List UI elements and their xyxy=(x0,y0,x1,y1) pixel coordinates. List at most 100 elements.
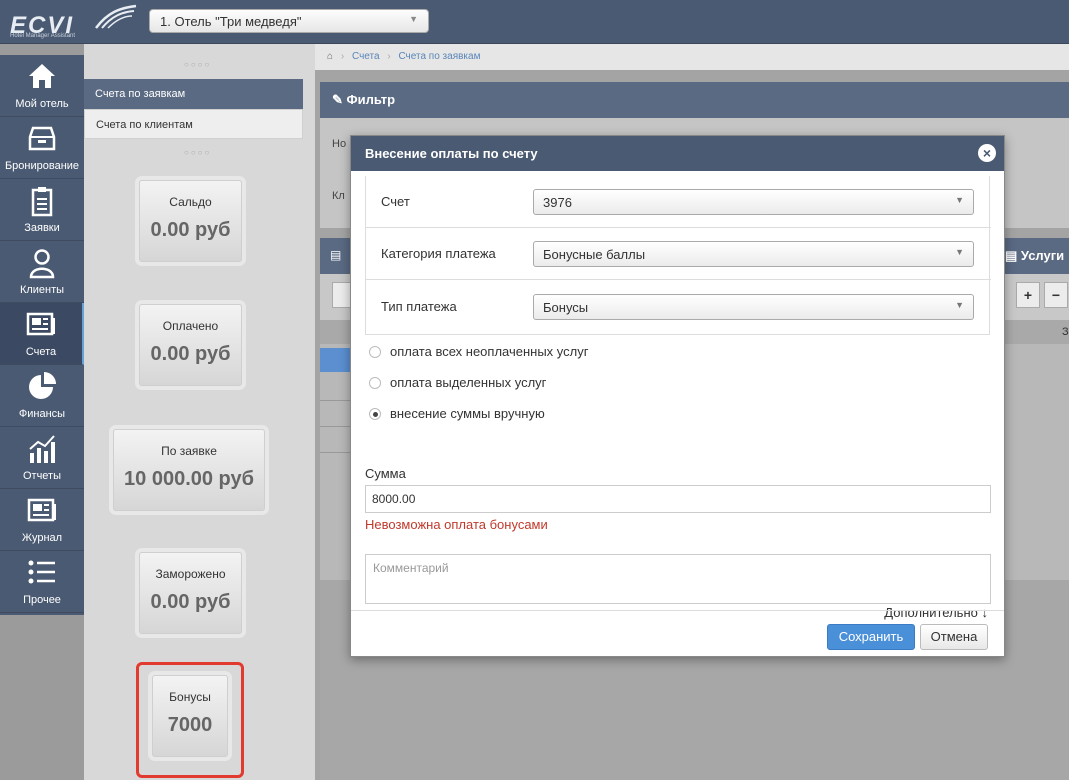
nav-item-reports[interactable]: Отчеты xyxy=(0,427,84,489)
payment-category-select[interactable]: Бонусные баллы ▼ xyxy=(533,241,974,267)
sum-input[interactable]: 8000.00 xyxy=(365,485,991,513)
nav-item-label: Прочее xyxy=(23,594,61,606)
nav-item-requests[interactable]: Заявки xyxy=(0,179,84,241)
breadcrumb-invoices-by-requests[interactable]: Счета по заявкам xyxy=(398,51,480,62)
grid-row-divider xyxy=(320,426,350,427)
breadcrumb-separator: › xyxy=(340,51,345,62)
logo-swoosh-icon xyxy=(95,4,137,29)
stat-title: Заморожено xyxy=(155,567,226,581)
chevron-down-icon: ▼ xyxy=(955,195,964,205)
radio-button[interactable] xyxy=(369,377,381,389)
payment-modal: Внесение оплаты по счету × Счет 3976 ▼ К… xyxy=(350,135,1005,657)
filter-label-number: Но xyxy=(332,138,347,150)
stat-title: Оплачено xyxy=(162,319,219,333)
nav-item-finance[interactable]: Финансы xyxy=(0,365,84,427)
field-label: Категория платежа xyxy=(381,246,496,261)
select-value: Бонусные баллы xyxy=(543,247,646,262)
breadcrumb-separator: › xyxy=(387,51,391,62)
breadcrumb-invoices[interactable]: Счета xyxy=(352,51,380,62)
modal-body: Счет 3976 ▼ Категория платежа Бонусные б… xyxy=(351,171,1004,620)
pie-chart-icon xyxy=(0,371,84,403)
stat-card-frozen: Заморожено 0.00 руб xyxy=(139,552,242,634)
radio-button[interactable] xyxy=(369,346,381,358)
list-icon xyxy=(0,557,84,589)
field-row-payment-type: Тип платежа Бонусы ▼ xyxy=(366,281,991,333)
radio-pay-selected[interactable]: оплата выделенных услуг xyxy=(369,375,546,390)
nav-item-label: Клиенты xyxy=(19,284,65,296)
payment-type-select[interactable]: Бонусы ▼ xyxy=(533,294,974,320)
radio-manual-amount[interactable]: внесение суммы вручную xyxy=(369,406,545,421)
comment-placeholder: Комментарий xyxy=(373,561,449,575)
modal-footer: Сохранить Отмена xyxy=(351,610,1004,656)
add-icon[interactable]: + xyxy=(1016,282,1040,308)
remove-icon[interactable]: − xyxy=(1044,282,1068,308)
hotel-select[interactable]: 1. Отель "Три медведя" ▼ xyxy=(149,9,429,33)
select-value: Бонусы xyxy=(543,300,589,315)
radio-button-checked[interactable] xyxy=(369,408,381,420)
divider-dots: ○○○○ xyxy=(184,148,212,157)
modal-title: Внесение оплаты по счету xyxy=(365,146,538,161)
grid-column-header: З xyxy=(1062,326,1069,338)
top-bar: ECVI Hotel Manager Assistant 1. Отель "Т… xyxy=(0,0,1069,44)
app-logo[interactable]: ECVI Hotel Manager Assistant xyxy=(8,4,138,42)
nav-item-label: Счета xyxy=(25,346,57,358)
radio-label: внесение суммы вручную xyxy=(390,406,545,421)
field-row-payment-category: Категория платежа Бонусные баллы ▼ xyxy=(366,228,991,280)
table-icon: ▤ xyxy=(1005,248,1018,263)
hotel-select-value: 1. Отель "Три медведя" xyxy=(160,14,302,29)
services-title-group: ▤ Услуги xyxy=(1005,248,1064,264)
nav-item-clients[interactable]: Клиенты xyxy=(0,241,84,303)
chevron-down-icon: ▼ xyxy=(955,247,964,257)
home-icon[interactable]: ⌂ xyxy=(327,51,333,62)
field-label: Счет xyxy=(381,194,410,209)
subnav-label: Счета по клиентам xyxy=(96,119,193,131)
stat-value: 0.00 руб xyxy=(150,343,231,365)
stat-value: 10 000.00 руб xyxy=(124,468,254,490)
highlight-box xyxy=(136,662,244,778)
invoice-select[interactable]: 3976 ▼ xyxy=(533,189,974,215)
invoice-icon xyxy=(0,309,82,341)
subnav-invoices-by-requests[interactable]: Счета по заявкам xyxy=(84,79,303,109)
subnav-label: Счета по заявкам xyxy=(95,88,186,100)
comment-textarea[interactable]: Комментарий xyxy=(365,554,991,604)
bar-chart-icon xyxy=(0,433,84,465)
main-nav: Мой отель Бронирование Заявки Клиенты Сч… xyxy=(0,55,84,615)
radio-pay-all-unpaid[interactable]: оплата всех неоплаченных услуг xyxy=(369,344,588,359)
nav-item-label: Заявки xyxy=(24,222,60,234)
radio-label: оплата выделенных услуг xyxy=(390,375,547,390)
subnav-invoices-by-clients[interactable]: Счета по клиентам xyxy=(84,109,303,139)
filter-panel-header[interactable]: ✎ Фильтр xyxy=(320,82,1069,118)
nav-item-label: Финансы xyxy=(18,408,66,420)
pencil-icon: ✎ xyxy=(332,92,343,107)
nav-item-invoices[interactable]: Счета xyxy=(0,303,84,365)
stat-title: Сальдо xyxy=(169,195,212,209)
close-icon[interactable]: × xyxy=(978,144,996,162)
nav-item-journal[interactable]: Журнал xyxy=(0,489,84,551)
divider-dots: ○○○○ xyxy=(184,60,212,69)
grid-row-divider xyxy=(320,452,350,453)
nav-item-other[interactable]: Прочее xyxy=(0,551,84,613)
user-icon xyxy=(0,247,84,279)
field-row-invoice: Счет 3976 ▼ xyxy=(366,176,991,228)
breadcrumb: ⌂ › Счета › Счета по заявкам xyxy=(315,44,1069,70)
field-label: Тип платежа xyxy=(381,299,457,314)
error-message: Невозможна оплата бонусами xyxy=(365,517,548,532)
payment-fields: Счет 3976 ▼ Категория платежа Бонусные б… xyxy=(365,176,991,335)
nav-item-label: Бронирование xyxy=(4,160,80,172)
journal-icon xyxy=(0,495,84,527)
modal-header: Внесение оплаты по счету × xyxy=(351,136,1004,171)
filter-label-client: Кл xyxy=(332,190,345,202)
cancel-button[interactable]: Отмена xyxy=(920,624,988,650)
archive-icon xyxy=(0,123,84,155)
stat-value: 0.00 руб xyxy=(150,219,231,241)
nav-item-booking[interactable]: Бронирование xyxy=(0,117,84,179)
chevron-down-icon: ▼ xyxy=(409,14,418,24)
stat-card-paid: Оплачено 0.00 руб xyxy=(139,304,242,386)
save-button[interactable]: Сохранить xyxy=(827,624,915,650)
clipboard-icon xyxy=(0,185,84,217)
logo-tagline: Hotel Manager Assistant xyxy=(10,33,76,39)
sum-value: 8000.00 xyxy=(372,492,416,506)
filter-title: Фильтр xyxy=(346,92,396,107)
nav-item-my-hotel[interactable]: Мой отель xyxy=(0,55,84,117)
grid-selected-row[interactable] xyxy=(320,348,350,372)
